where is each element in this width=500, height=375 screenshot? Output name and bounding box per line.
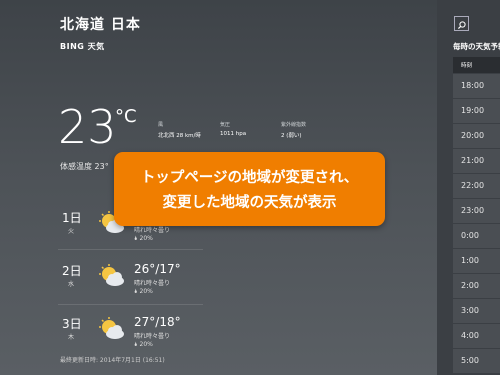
forecast-weekday: 水 xyxy=(68,281,75,288)
hourly-row[interactable]: 3:00 xyxy=(453,298,500,323)
search-icon xyxy=(457,21,466,30)
hourly-row[interactable]: 20:00 xyxy=(453,123,500,148)
partly-cloudy-icon xyxy=(99,264,124,286)
callout-banner: トップページの地域が変更され、 変更した地域の天気が表示 xyxy=(114,152,385,226)
hour-label: 0:00 xyxy=(461,231,479,240)
brand-label: BING 天気 xyxy=(60,42,105,51)
search-button[interactable] xyxy=(454,16,469,31)
forecast-condition: 晴れ時々曇り xyxy=(134,280,171,287)
forecast-hilo: 26°/17° xyxy=(134,262,181,276)
forecast-weekday: 火 xyxy=(68,228,75,235)
hour-label: 21:00 xyxy=(461,156,485,165)
wind-value: 北北西 28 km/時 xyxy=(158,133,201,139)
hour-label: 23:00 xyxy=(461,206,485,215)
hour-label: 19:00 xyxy=(461,106,485,115)
hourly-row[interactable]: 5:00 xyxy=(453,348,500,373)
location-title: 北海道 日本 xyxy=(60,17,141,33)
temperature-unit: °C xyxy=(115,106,137,127)
hour-label: 22:00 xyxy=(461,181,485,190)
hourly-row[interactable]: 23:00 xyxy=(453,198,500,223)
hour-label: 20:00 xyxy=(461,131,485,140)
uv-label: 紫外線指数 xyxy=(281,122,307,128)
hourly-row[interactable]: 22:00 xyxy=(453,173,500,198)
hour-label: 1:00 xyxy=(461,256,479,265)
forecast-condition: 晴れ時々曇り xyxy=(134,227,171,234)
current-temperature: 23 xyxy=(58,100,117,154)
hourly-row[interactable]: 4:00 xyxy=(453,323,500,348)
pressure-label: 気圧 xyxy=(220,122,231,128)
feels-like: 体感温度 23° xyxy=(60,162,109,171)
uv-value: 2 (弱い) xyxy=(281,133,302,139)
partly-cloudy-icon xyxy=(99,317,124,339)
forecast-date: 2日 xyxy=(62,264,82,278)
hour-label: 3:00 xyxy=(461,306,479,315)
callout-line-1: トップページの地域が変更され、 xyxy=(140,170,359,186)
forecast-rain-chance: 🌢 20% xyxy=(134,235,153,242)
hourly-row[interactable]: 2:00 xyxy=(453,273,500,298)
callout-line-2: 変更した地域の天気が表示 xyxy=(162,195,337,211)
divider xyxy=(58,249,203,250)
forecast-weekday: 木 xyxy=(68,334,75,341)
forecast-day[interactable]: 2日 水 26°/17° 晴れ時々曇り 🌢 20% xyxy=(60,262,200,310)
wind-label: 風 xyxy=(158,122,164,128)
hour-label: 2:00 xyxy=(461,281,479,290)
forecast-hilo: 27°/18° xyxy=(134,315,181,329)
hourly-sidebar: 毎時の天気予報 時刻 18:00 19:00 20:00 21:00 22:00… xyxy=(437,0,500,375)
pressure-value: 1011 hpa xyxy=(220,131,247,137)
hourly-row[interactable]: 21:00 xyxy=(453,148,500,173)
forecast-date: 1日 xyxy=(62,211,82,225)
hour-label: 5:00 xyxy=(461,356,479,365)
hour-label: 18:00 xyxy=(461,81,485,90)
divider xyxy=(58,304,203,305)
forecast-rain-chance: 🌢 20% xyxy=(134,341,153,348)
forecast-date: 3日 xyxy=(62,317,82,331)
hourly-title: 毎時の天気予報 xyxy=(453,42,500,51)
hourly-row[interactable]: 0:00 xyxy=(453,223,500,248)
forecast-rain-chance: 🌢 20% xyxy=(134,288,153,295)
time-column-label: 時刻 xyxy=(461,63,473,69)
hourly-row[interactable]: 18:00 xyxy=(453,73,500,98)
hourly-row[interactable]: 19:00 xyxy=(453,98,500,123)
hour-label: 4:00 xyxy=(461,331,479,340)
hourly-row[interactable]: 1:00 xyxy=(453,248,500,273)
forecast-condition: 晴れ時々曇り xyxy=(134,333,171,340)
last-updated: 最終更新日時: 2014年7月1日 (16:51) xyxy=(60,357,165,364)
hourly-column-header: 時刻 xyxy=(453,57,500,73)
